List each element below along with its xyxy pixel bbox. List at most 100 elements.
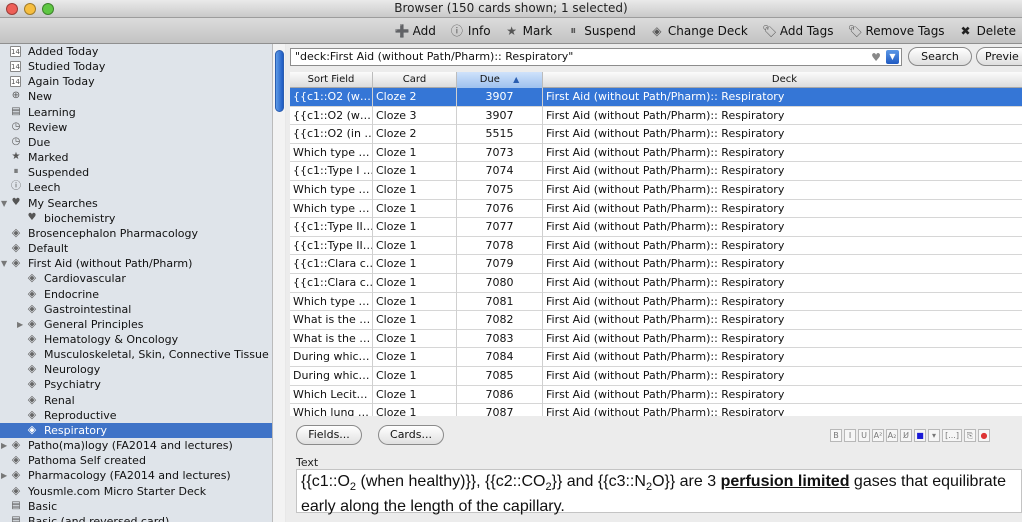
sidebar-item[interactable]: ◷ Review bbox=[0, 120, 272, 135]
delete-button[interactable]: ✖ Delete bbox=[959, 24, 1016, 38]
sidebar-item[interactable]: ▶ ◈ General Principles bbox=[0, 317, 272, 332]
scrollbar-thumb[interactable] bbox=[275, 50, 284, 112]
sidebar-item-label: First Aid (without Path/Pharm) bbox=[28, 257, 193, 271]
text-field-editor[interactable]: {{c1::O2 (when healthy)}}, {{c2::CO2}} a… bbox=[296, 469, 1022, 515]
text-color-button[interactable]: ■ bbox=[914, 429, 926, 442]
add-button[interactable]: ➕ Add bbox=[395, 24, 436, 38]
sidebar-item[interactable]: ⊕ New bbox=[0, 89, 272, 104]
sidebar-scrollbar[interactable] bbox=[272, 44, 285, 522]
table-cell-deck: First Aid (without Path/Pharm):: Respira… bbox=[546, 183, 785, 196]
table-row[interactable]: {{c1::O2 (in … Cloze 2 5515 First Aid (with… bbox=[290, 125, 1022, 144]
sidebar-item[interactable]: ◈ Neurology bbox=[0, 362, 272, 377]
sidebar-item[interactable]: ♥ biochemistry bbox=[0, 211, 272, 226]
sidebar-item[interactable]: ▤ Learning bbox=[0, 105, 272, 120]
table-row[interactable]: What is the … Cloze 1 7083 First Aid (witho… bbox=[290, 329, 1022, 349]
italic-button[interactable]: I bbox=[844, 429, 856, 442]
color-dropdown-button[interactable]: ▾ bbox=[928, 429, 940, 442]
cards-button[interactable]: Cards... bbox=[378, 425, 444, 445]
bold-button[interactable]: B bbox=[830, 429, 842, 442]
remove-tags-button[interactable]: 🏷 Remove Tags bbox=[847, 24, 944, 38]
sidebar-item[interactable]: ⓘ Leech bbox=[0, 180, 272, 195]
zoom-window-button[interactable] bbox=[42, 3, 54, 15]
mark-button[interactable]: ★ Mark bbox=[505, 24, 552, 38]
cloze-button[interactable]: [...] bbox=[942, 429, 962, 442]
table-row[interactable]: {{c1::Clara c… Cloze 1 7080 First Aid (with… bbox=[290, 274, 1022, 293]
table-row[interactable]: {{c1::O2 (w… Cloze 2 3907 First Aid (withou… bbox=[290, 88, 1022, 107]
sidebar-item[interactable]: ▶ ◈ Pharmacology (FA2014 and lectures) bbox=[0, 468, 272, 483]
sidebar-item[interactable]: ◈ Default bbox=[0, 241, 272, 256]
sidebar-item[interactable]: ▤ Basic bbox=[0, 499, 272, 514]
sidebar-item[interactable]: ◈ Endocrine bbox=[0, 287, 272, 302]
table-row[interactable]: Which type … Cloze 1 7075 First Aid (withou… bbox=[290, 181, 1022, 200]
sidebar-item[interactable]: 14 Studied Today bbox=[0, 59, 272, 74]
close-window-button[interactable] bbox=[6, 3, 18, 15]
superscript-button[interactable]: A² bbox=[872, 429, 884, 442]
underline-button[interactable]: U bbox=[858, 429, 870, 442]
column-due[interactable]: Due ▲ bbox=[457, 72, 543, 88]
table-row[interactable]: Which Lecit… Cloze 1 7086 First Aid (withou… bbox=[290, 385, 1022, 405]
record-button[interactable]: ● bbox=[978, 429, 990, 442]
deck-icon: ◈ bbox=[27, 392, 37, 406]
disclosure-down-icon[interactable]: ▼ bbox=[1, 196, 7, 211]
table-cell-due: 7073 bbox=[457, 143, 543, 163]
sidebar-item[interactable]: 14 Added Today bbox=[0, 44, 272, 59]
sidebar-item[interactable]: ◈ Renal bbox=[0, 393, 272, 408]
disclosure-right-icon[interactable]: ▶ bbox=[1, 468, 7, 483]
disclosure-right-icon[interactable]: ▶ bbox=[17, 317, 23, 332]
table-row[interactable]: During whic… Cloze 1 7084 First Aid (withou… bbox=[290, 348, 1022, 367]
fields-button[interactable]: Fields... bbox=[296, 425, 362, 445]
sidebar-item[interactable]: ◈ Gastrointestinal bbox=[0, 302, 272, 317]
subscript-button[interactable]: A₂ bbox=[886, 429, 898, 442]
sidebar-item[interactable]: ◈ Psychiatry bbox=[0, 377, 272, 392]
sidebar-item-label: Patho(ma)logy (FA2014 and lectures) bbox=[28, 439, 233, 453]
suspend-button[interactable]: ⏸ Suspend bbox=[566, 23, 636, 38]
sidebar-item[interactable]: ▼ ◈ First Aid (without Path/Pharm) bbox=[0, 256, 272, 271]
search-history-dropdown-icon[interactable]: ▼ bbox=[886, 50, 899, 64]
table-row[interactable]: {{c1::Type II… Cloze 1 7078 First Aid (with… bbox=[290, 236, 1022, 256]
clear-format-button[interactable]: U̸ bbox=[900, 429, 912, 442]
sidebar-item[interactable]: ◈ Brosencephalon Pharmacology bbox=[0, 226, 272, 241]
table-row[interactable]: Which type … Cloze 1 7073 First Aid (withou… bbox=[290, 143, 1022, 163]
search-input[interactable]: "deck:First Aid (without Path/Pharm):: R… bbox=[290, 48, 902, 66]
table-row[interactable]: Which type … Cloze 1 7076 First Aid (withou… bbox=[290, 199, 1022, 219]
table-cell-sort: Which type … bbox=[290, 181, 373, 200]
column-card[interactable]: Card bbox=[373, 72, 457, 88]
sidebar-item[interactable]: ◈ Pathoma Self created bbox=[0, 453, 272, 468]
sidebar-item[interactable]: ▼ ♥ My Searches bbox=[0, 196, 272, 211]
sidebar-item[interactable]: ◈ Cardiovascular bbox=[0, 271, 272, 286]
disclosure-right-icon[interactable]: ▶ bbox=[1, 438, 7, 453]
table-row[interactable]: {{c1::Clara c… Cloze 1 7079 First Aid (with… bbox=[290, 255, 1022, 274]
attach-button[interactable]: ⎘ bbox=[964, 429, 976, 442]
minimize-window-button[interactable] bbox=[24, 3, 36, 15]
column-deck[interactable]: Deck bbox=[543, 72, 1022, 88]
save-search-heart-icon[interactable]: ♥ bbox=[871, 50, 881, 66]
disclosure-down-icon[interactable]: ▼ bbox=[1, 256, 7, 271]
sidebar-item[interactable]: ▤ Basic (and reversed card) bbox=[0, 514, 272, 522]
search-button[interactable]: Search bbox=[908, 47, 972, 66]
table-row[interactable]: During whic… Cloze 1 7085 First Aid (withou… bbox=[290, 367, 1022, 386]
sidebar-item[interactable]: ◈ Hematology & Oncology bbox=[0, 332, 272, 347]
sidebar-item[interactable]: ◈ Reproductive bbox=[0, 408, 272, 423]
sidebar-item[interactable]: ⏸ Suspended bbox=[0, 165, 272, 180]
table-row[interactable]: Which lung … Cloze 1 7087 First Aid (withou… bbox=[290, 404, 1022, 416]
sidebar-item[interactable]: ◈ Yousmle.com Micro Starter Deck bbox=[0, 484, 272, 499]
sidebar-item[interactable]: ◈ Musculoskeletal, Skin, Connective Tissu… bbox=[0, 347, 272, 362]
sidebar-item[interactable]: ▶ ◈ Patho(ma)logy (FA2014 and lectures) bbox=[0, 438, 272, 453]
table-row[interactable]: {{c1::O2 (w… Cloze 3 3907 First Aid (withou… bbox=[290, 106, 1022, 126]
table-cell-card: Cloze 1 bbox=[373, 367, 457, 386]
sidebar-item[interactable]: 14 Again Today bbox=[0, 74, 272, 89]
table-row[interactable]: Which type … Cloze 1 7081 First Aid (withou… bbox=[290, 292, 1022, 312]
sidebar-item[interactable]: ◷ Due bbox=[0, 135, 272, 150]
info-button[interactable]: ⓘ Info bbox=[450, 22, 491, 39]
table-row[interactable]: What is the … Cloze 1 7082 First Aid (witho… bbox=[290, 311, 1022, 330]
table-row[interactable]: {{c1::Type II… Cloze 1 7077 First Aid (with… bbox=[290, 218, 1022, 237]
preview-button[interactable]: Previe bbox=[976, 47, 1022, 66]
table-cell-card: Cloze 1 bbox=[373, 199, 457, 219]
change-deck-button[interactable]: ◈ Change Deck bbox=[650, 24, 748, 38]
sidebar-item[interactable]: ◈ Respiratory bbox=[0, 422, 272, 439]
add-tags-button[interactable]: 🏷 Add Tags bbox=[762, 24, 834, 38]
column-sort-field[interactable]: Sort Field bbox=[290, 72, 373, 88]
table-cell-deck: First Aid (without Path/Pharm):: Respira… bbox=[546, 201, 785, 215]
sidebar-item[interactable]: ★ Marked bbox=[0, 150, 272, 165]
table-row[interactable]: {{c1::Type I … Cloze 1 7074 First Aid (with… bbox=[290, 162, 1022, 181]
